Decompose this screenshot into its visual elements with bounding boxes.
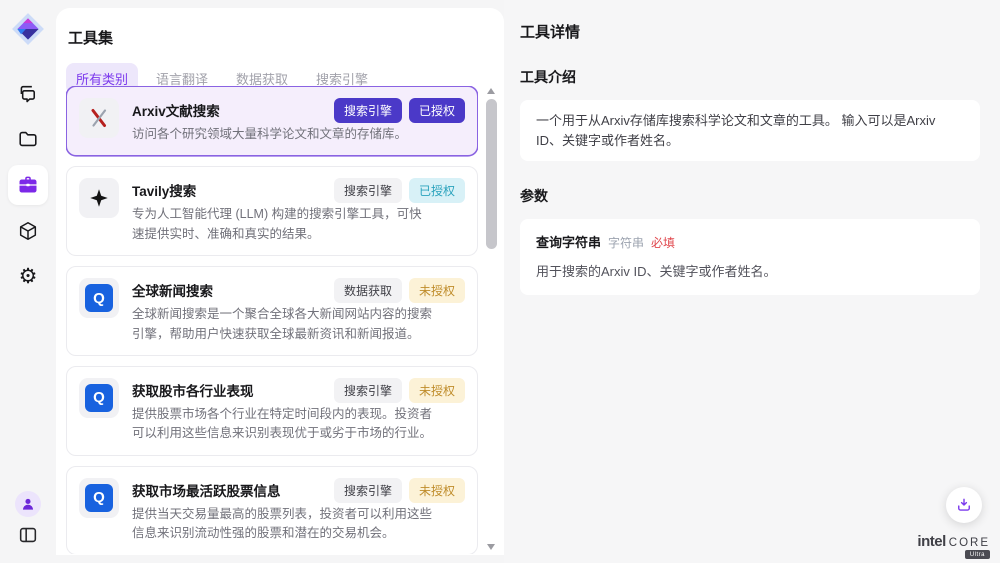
rail-bottom <box>0 491 56 547</box>
tool-list: Arxiv文献搜索 访问各个研究领域大量科学论文和文章的存储库。 搜索引擎 已授… <box>66 86 478 554</box>
page-title: 工具集 <box>68 27 504 48</box>
tool-card-arxiv[interactable]: Arxiv文献搜索 访问各个研究领域大量科学论文和文章的存储库。 搜索引擎 已授… <box>66 86 478 156</box>
sidebar-nav: ⚙ <box>0 82 56 309</box>
tool-desc: 提供股票市场各个行业在特定时间段内的表现。投资者可以利用这些信息来识别表现优于或… <box>132 405 432 444</box>
param-required-flag: 必填 <box>651 234 675 252</box>
category-badge: 搜索引擎 <box>334 478 402 503</box>
scrollbar-thumb[interactable] <box>486 99 497 249</box>
tool-desc: 全球新闻搜索是一个聚合全球各大新闻网站内容的搜索引擎，帮助用户快速获取全球最新资… <box>132 305 432 344</box>
intel-core-logo: intel core Ultra <box>917 533 990 550</box>
tool-card-active-stocks[interactable]: Q 获取市场最活跃股票信息 提供当天交易量最高的股票列表，投资者可以利用这些信息… <box>66 466 478 554</box>
toolbox-icon-active[interactable] <box>8 165 48 205</box>
chat-icon[interactable] <box>16 82 40 106</box>
intel-wordmark: intel <box>917 533 945 550</box>
param-name: 查询字符串 <box>536 233 601 253</box>
tool-desc: 访问各个研究领域大量科学论文和文章的存储库。 <box>132 125 407 144</box>
news-q-logo-icon: Q <box>79 278 119 318</box>
intro-card: 一个用于从Arxiv存储库搜索科学论文和文章的工具。 输入可以是Arxiv ID… <box>520 100 980 161</box>
tool-card-tavily[interactable]: Tavily搜索 专为人工智能代理 (LLM) 构建的搜索引擎工具，可快速提供实… <box>66 166 478 256</box>
news-q-logo-icon: Q <box>79 378 119 418</box>
category-badge: 搜索引擎 <box>334 378 402 403</box>
auth-badge: 已授权 <box>409 178 465 203</box>
param-card: 查询字符串 字符串 必填 用于搜索的Arxiv ID、关键字或作者姓名。 <box>520 219 980 295</box>
folder-icon[interactable] <box>16 127 40 151</box>
category-badge: 搜索引擎 <box>334 178 402 203</box>
param-desc: 用于搜索的Arxiv ID、关键字或作者姓名。 <box>536 262 964 282</box>
tool-card-sector-performance[interactable]: Q 获取股市各行业表现 提供股票市场各个行业在特定时间段内的表现。投资者可以利用… <box>66 366 478 456</box>
auth-badge: 已授权 <box>409 98 465 123</box>
news-q-logo-icon: Q <box>79 478 119 518</box>
core-wordmark: core <box>949 537 990 549</box>
cube-icon[interactable] <box>16 219 40 243</box>
tavily-star-icon <box>79 178 119 218</box>
tools-panel: 工具集 所有类别 语言翻译 数据获取 搜索引擎 Arxiv文献搜索 访问各个研究… <box>56 8 504 555</box>
gear-glyph: ⚙ <box>19 266 38 287</box>
params-heading: 参数 <box>520 186 980 206</box>
panel-toggle-icon[interactable] <box>16 523 40 547</box>
intro-heading: 工具介绍 <box>520 67 980 87</box>
list-scrollbar <box>485 83 498 555</box>
tool-desc: 提供当天交易量最高的股票列表，投资者可以利用这些信息来识别流动性强的股票和潜在的… <box>132 505 432 544</box>
scroll-down-arrow-icon[interactable] <box>487 544 495 550</box>
download-icon <box>955 496 973 514</box>
ultra-badge: Ultra <box>965 550 990 559</box>
category-badge: 搜索引擎 <box>334 98 402 123</box>
auth-badge: 未授权 <box>409 478 465 503</box>
left-rail: ⚙ <box>0 0 56 563</box>
tool-desc: 专为人工智能代理 (LLM) 构建的搜索引擎工具，可快速提供实时、准确和真实的结… <box>132 205 432 244</box>
param-type: 字符串 <box>608 234 644 252</box>
scroll-up-arrow-icon[interactable] <box>487 88 495 94</box>
auth-badge: 未授权 <box>409 378 465 403</box>
settings-icon[interactable]: ⚙ <box>16 264 40 288</box>
tool-card-global-news[interactable]: Q 全球新闻搜索 全球新闻搜索是一个聚合全球各大新闻网站内容的搜索引擎，帮助用户… <box>66 266 478 356</box>
category-badge: 数据获取 <box>334 278 402 303</box>
detail-title: 工具详情 <box>520 21 980 42</box>
user-avatar-icon[interactable] <box>15 491 41 517</box>
auth-badge: 未授权 <box>409 278 465 303</box>
app-logo-icon <box>11 12 45 46</box>
tool-detail-panel: 工具详情 工具介绍 一个用于从Arxiv存储库搜索科学论文和文章的工具。 输入可… <box>504 0 1000 563</box>
download-button[interactable] <box>946 487 982 523</box>
arxiv-logo-icon <box>79 98 119 138</box>
